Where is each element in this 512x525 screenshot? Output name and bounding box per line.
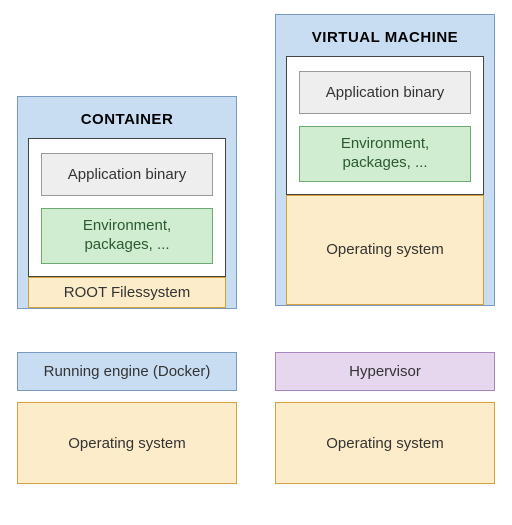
vm-host-os: Operating system [275,402,495,484]
vm-inner: Application binary Environment,packages,… [286,56,484,195]
container-env: Environment,packages, ... [41,208,213,264]
container-column: CONTAINER Application binary Environment… [17,96,237,309]
container-host-os: Operating system [17,402,237,484]
vm-column: VIRTUAL MACHINE Application binary Envir… [275,14,495,306]
vm-guest-os: Operating system [286,195,484,305]
container-engine: Running engine (Docker) [17,352,237,391]
vm-title: VIRTUAL MACHINE [286,23,484,56]
container-engine-wrap: Running engine (Docker) [17,352,237,391]
vm-outer: VIRTUAL MACHINE Application binary Envir… [275,14,495,306]
vm-hypervisor-wrap: Hypervisor [275,352,495,391]
vm-hypervisor: Hypervisor [275,352,495,391]
container-rootfs: ROOT Filessystem [28,277,226,308]
container-outer: CONTAINER Application binary Environment… [17,96,237,309]
vm-app-binary: Application binary [299,71,471,114]
container-os-wrap: Operating system [17,402,237,484]
container-inner: Application binary Environment,packages,… [28,138,226,277]
vm-os-wrap: Operating system [275,402,495,484]
container-app-binary: Application binary [41,153,213,196]
container-title: CONTAINER [28,105,226,138]
vm-env: Environment,packages, ... [299,126,471,182]
